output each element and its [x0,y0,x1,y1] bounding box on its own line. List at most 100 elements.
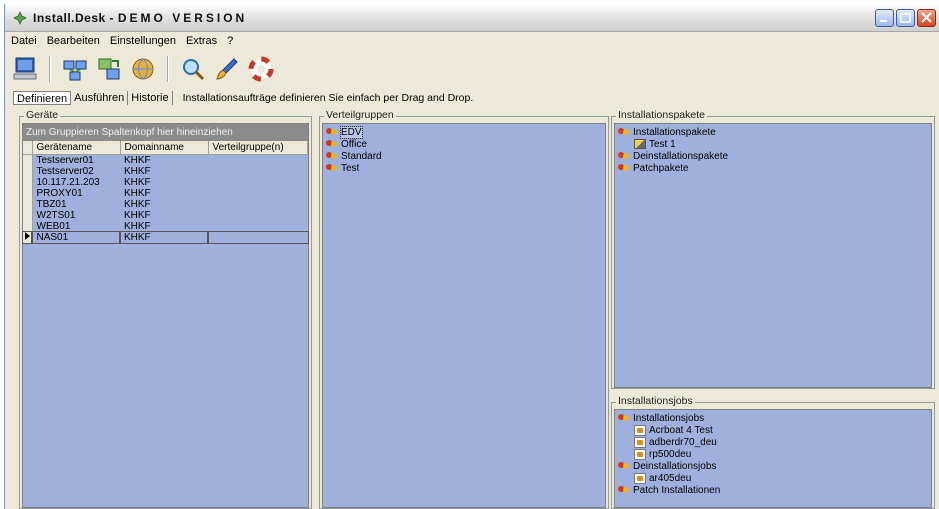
tree-node[interactable]: Installationspakete [618,126,928,138]
row-selector[interactable] [23,165,33,177]
toolbar-help-button[interactable] [247,55,275,83]
close-button[interactable] [917,9,936,27]
cell-domainname: KHKF [124,154,151,166]
toolbar-computer-button[interactable] [11,55,39,83]
transfer-icon [98,58,120,80]
installationspakete-tree-area[interactable]: Installationspakete Test 1 Deinstallations… [614,123,932,388]
cell-domainname: KHKF [124,209,151,221]
row-selector[interactable] [23,187,33,199]
tree-node[interactable]: Test 1 [618,138,928,150]
row-selector[interactable] [23,154,33,166]
geraete-panel-label: Geräte [24,109,61,121]
search-icon [183,59,205,81]
geraete-panel: Geräte Zum Gruppieren Spaltenkopf hier h… [19,109,312,509]
toolbar-search-button[interactable] [179,55,207,83]
menu-bearbeiten[interactable]: Bearbeiten [47,35,100,47]
minimize-button[interactable] [875,9,894,27]
tree-node-label: adberdr70_deu [649,436,717,448]
cell-geraetename: Testserver01 [36,154,94,166]
cell-verteilgruppen [207,230,309,244]
row-selector[interactable] [22,230,33,244]
current-row-arrow-icon [25,231,30,240]
tree-node[interactable]: Patchpakete [618,162,928,174]
list-item-label: Standard [341,150,382,162]
tree-node[interactable]: Acrboat 4 Test [618,424,928,436]
tree-node-label: Test 1 [649,138,676,150]
verteilgruppen-list-area[interactable]: EDV Office Standard Test [322,123,606,508]
toolbar-network-button[interactable] [61,55,89,83]
tree-node[interactable]: Patch Installationen [618,484,928,496]
maximize-button[interactable] [896,9,915,27]
verteilgruppen-panel: Verteilgruppen EDV Office Standard Test [319,109,609,509]
tree-node[interactable]: Deinstallationsjobs [618,460,928,472]
title-bar[interactable]: Install.Desk - DEMO VERSION [5,4,939,32]
cell-verteilgruppen [208,154,308,166]
menu-datei[interactable]: Datei [11,35,37,47]
brush-icon [216,58,238,80]
cell-verteilgruppen [208,188,308,199]
tree-node[interactable]: Installationsjobs [618,412,928,424]
table-row[interactable]: PROXY01 KHKF [23,187,308,199]
group-by-drop-zone[interactable]: Zum Gruppieren Spaltenkopf hier hineinzi… [23,124,308,141]
app-window: Install.Desk - DEMO VERSION Datei Bearbe… [4,4,939,509]
tree-node[interactable]: rp500deu [618,448,928,460]
row-selector[interactable] [23,209,33,221]
tab-ausfuehren[interactable]: Ausführen [71,91,129,105]
cell-geraetename: NAS01 [31,230,121,244]
lifebuoy-icon [248,56,274,82]
column-header-verteilgruppen[interactable]: Verteilgruppe(n) [208,141,308,155]
tab-strip: Definieren Ausführen Historie Installati… [13,90,473,106]
tree-node[interactable]: Deinstallationspakete [618,150,928,162]
list-item[interactable]: Standard [326,150,602,162]
installationsjobs-panel: Installationsjobs Installationsjobs Acrbo… [611,395,935,509]
cell-domainname: KHKF [124,165,151,177]
app-icon [13,11,27,25]
row-selector[interactable] [23,176,33,188]
installationsjobs-tree-area[interactable]: Installationsjobs Acrboat 4 Test adberdr70… [614,409,932,508]
cell-geraetename: 10.117.21.203 [36,176,100,188]
menu-help[interactable]: ? [227,35,233,47]
table-row[interactable]: WEB01 KHKF [23,220,308,232]
table-row[interactable]: 10.117.21.203 KHKF [23,176,308,188]
list-item-label: Test [341,162,360,174]
tab-historie[interactable]: Historie [128,91,173,105]
list-item[interactable]: Test [326,162,602,174]
cell-geraetename: PROXY01 [36,187,83,199]
table-row[interactable]: NAS01 KHKF [22,230,309,244]
table-row[interactable]: W2TS01 KHKF [23,209,308,221]
row-selector-header [23,141,33,155]
tab-definieren[interactable]: Definieren [13,91,72,105]
cell-verteilgruppen [208,177,308,188]
cell-geraetename: Testserver02 [36,165,94,177]
cell-domainname: KHKF [124,220,151,232]
globe-icon [132,58,154,80]
row-selector[interactable] [23,198,33,210]
row-selector[interactable] [23,220,33,232]
cell-verteilgruppen [208,210,308,221]
toolbar-globe-button[interactable] [129,55,157,83]
toolbar-brush-button[interactable] [213,55,241,83]
tree-node[interactable]: adberdr70_deu [618,436,928,448]
table-row[interactable]: TBZ01 KHKF [23,198,308,210]
table-row[interactable]: Testserver01 KHKF [23,154,308,166]
column-header-geraetename[interactable]: Gerätename [32,141,121,155]
toolbar-transfer-button[interactable] [95,55,123,83]
cell-domainname: KHKF [124,187,151,199]
menu-bar: Datei Bearbeiten Einstellungen Extras ? [5,32,939,50]
menu-einstellungen[interactable]: Einstellungen [110,35,176,47]
tree-node[interactable]: ar405deu [618,472,928,484]
list-item[interactable]: EDV [326,125,602,139]
list-item[interactable]: Office [326,138,602,150]
users-group-icon [326,151,338,161]
verteilgruppen-panel-label: Verteilgruppen [324,109,396,121]
install-job-icon [634,472,646,484]
menu-extras[interactable]: Extras [186,35,217,47]
table-row[interactable]: Testserver02 KHKF [23,165,308,177]
users-group-icon [618,485,630,495]
installationspakete-panel-label: Installationspakete [616,109,707,121]
column-header-domainname[interactable]: Domainname [120,141,209,155]
users-group-icon [618,127,630,137]
tree-node-label: Installationsjobs [633,412,705,424]
minimize-icon [880,20,887,22]
geraete-grid-area[interactable]: Zum Gruppieren Spaltenkopf hier hineinzi… [22,123,309,508]
